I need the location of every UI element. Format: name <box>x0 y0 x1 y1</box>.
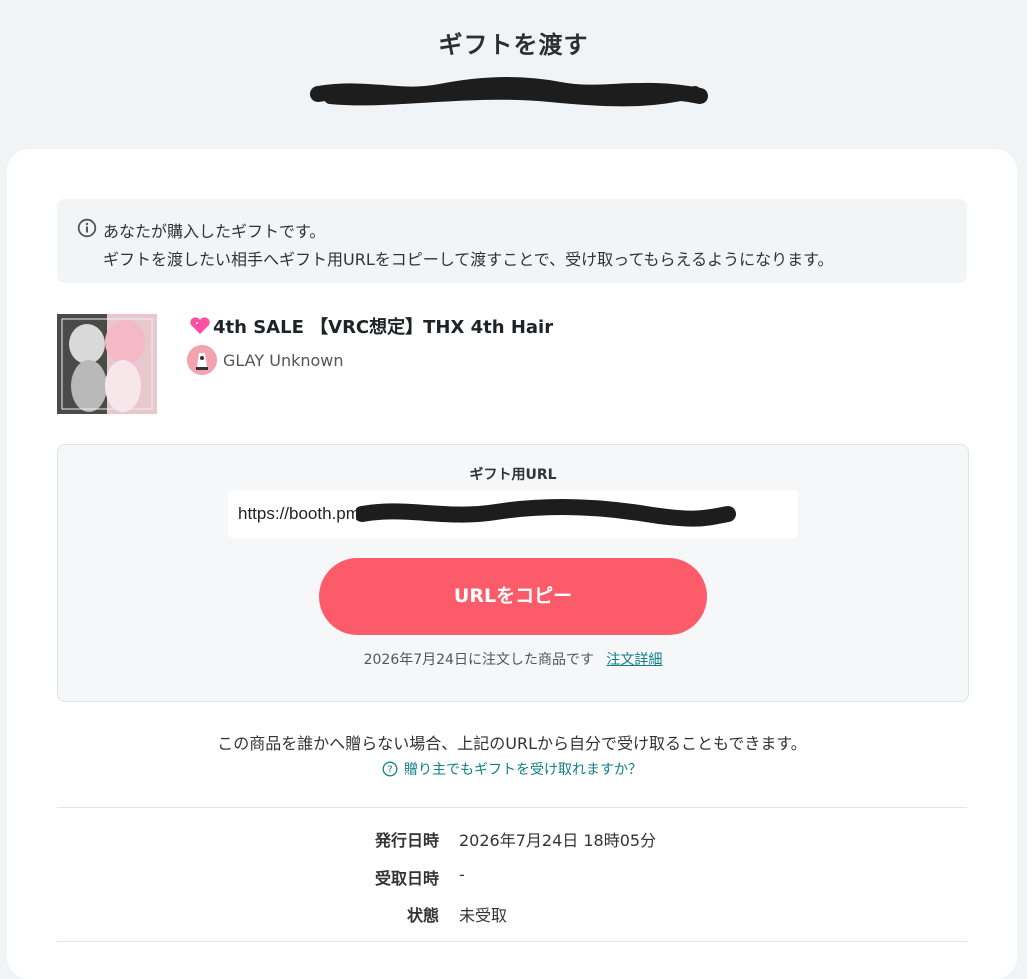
gift-url-label: ギフト用URL <box>469 467 557 483</box>
heart-icon <box>190 317 210 334</box>
gift-url-field[interactable]: https://booth.pm <box>228 490 798 538</box>
detail-value: - <box>459 865 465 884</box>
shop-name: GLAY Unknown <box>223 350 344 370</box>
order-detail-link[interactable]: 注文詳細 <box>606 652 662 668</box>
detail-row-received: 受取日時 - <box>7 865 1017 889</box>
detail-label: 受取日時 <box>374 869 439 888</box>
redacted-url-scribble <box>356 498 736 527</box>
detail-label: 状態 <box>406 906 439 925</box>
gift-help-link-text: 贈り主でもギフトを受け取れますか？ <box>404 762 642 778</box>
detail-row-issued: 発行日時 2026年7月24日 18時05分 <box>7 827 1017 851</box>
copy-url-button[interactable]: URLをコピー <box>319 558 707 635</box>
page-title: ギフトを渡す <box>438 31 589 59</box>
product-title-text: 4th SALE 【VRC想定】THX 4th Hair <box>213 317 554 338</box>
order-date-text: 2026年7月24日に注文した商品です <box>363 652 594 668</box>
notice-line-2: ギフトを渡したい相手へギフト用URLをコピーして渡すことで、受け取ってもらえるよ… <box>103 250 834 269</box>
gift-help-link[interactable]: ? 贈り主でもギフトを受け取れますか？ <box>7 759 1017 779</box>
gift-notice: あなたが購入したギフトです。 ギフトを渡したい相手へギフト用URLをコピーして渡… <box>57 199 967 283</box>
product-thumbnail[interactable] <box>57 314 157 414</box>
shop-link[interactable]: GLAY Unknown <box>187 345 344 375</box>
notice-line-1: あなたが購入したギフトです。 <box>103 222 326 241</box>
svg-text:?: ? <box>387 765 392 776</box>
question-circle-icon: ? <box>382 761 398 777</box>
self-receive-note: この商品を誰かへ贈らない場合、上記のURLから自分で受け取ることもできます。 <box>217 734 807 753</box>
shop-avatar <box>187 345 217 375</box>
gift-url-value: https://booth.pm <box>238 504 360 523</box>
detail-value: 2026年7月24日 18時05分 <box>459 831 657 850</box>
shop-avatar-icon <box>187 345 217 375</box>
gift-url-section: ギフト用URL https://booth.pm URLをコピー 2026年7月… <box>57 444 969 702</box>
details-bottom-divider <box>57 941 967 942</box>
detail-label: 発行日時 <box>374 831 439 850</box>
info-icon <box>77 218 97 238</box>
product-thumbnail-art <box>57 314 157 414</box>
redacted-recipient-scribble <box>310 76 708 107</box>
product-title[interactable]: 4th SALE 【VRC想定】THX 4th Hair <box>189 313 553 339</box>
gift-card: あなたが購入したギフトです。 ギフトを渡したい相手へギフト用URLをコピーして渡… <box>7 149 1017 979</box>
detail-value: 未受取 <box>459 906 508 925</box>
detail-row-status: 状態 未受取 <box>7 902 1017 926</box>
page-header: ギフトを渡す <box>0 0 1027 150</box>
details-top-divider <box>57 807 967 808</box>
order-info: 2026年7月24日に注文した商品です 注文詳細 <box>58 649 968 669</box>
